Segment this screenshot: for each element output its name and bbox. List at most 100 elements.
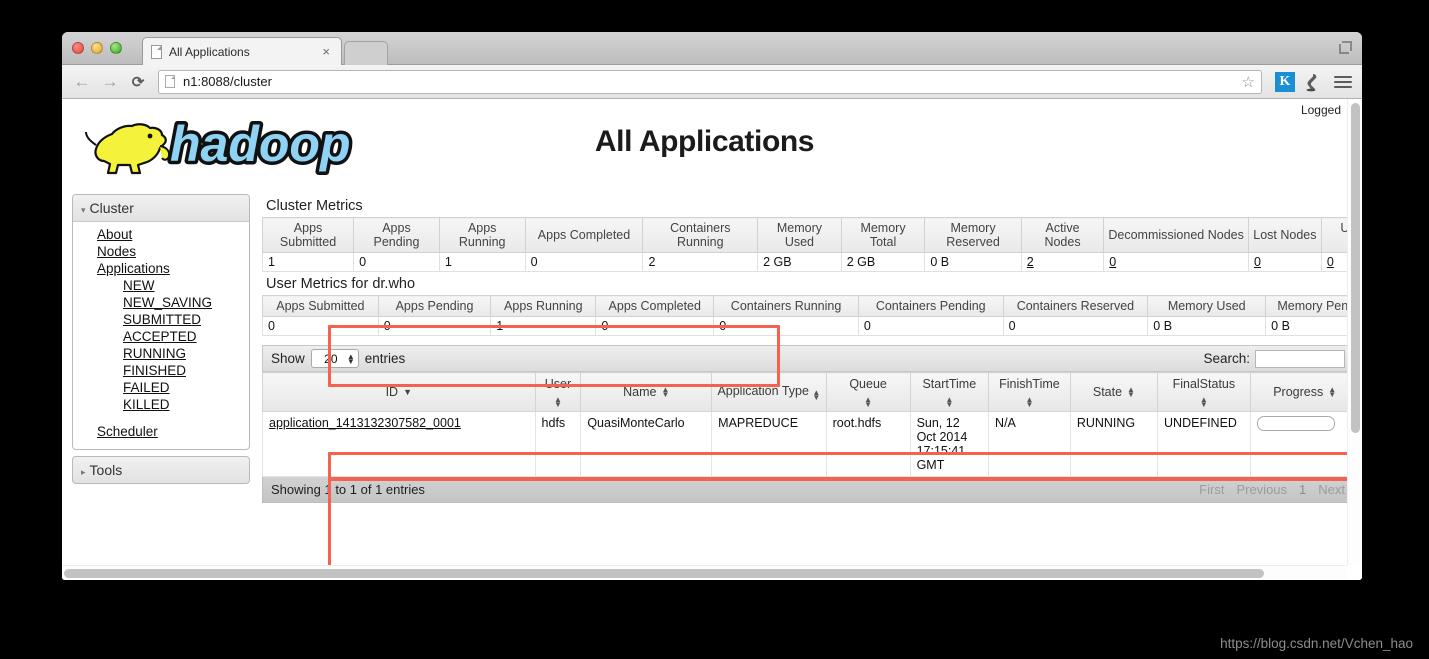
close-window-button[interactable] [72, 42, 84, 54]
th-user[interactable]: User ▲ ▼ [534, 372, 582, 412]
sort-both-icon[interactable]: ▲ ▼ [661, 386, 669, 399]
horizontal-scrollbar-thumb[interactable] [64, 569, 1264, 578]
th-name[interactable]: Name ▲ ▼ [580, 372, 713, 412]
stepper-arrows-icon[interactable]: ▲ ▼ [347, 352, 355, 365]
list-item: Applications NEW NEW_SAVING SUBMITTED AC… [97, 260, 249, 413]
th-queue[interactable]: Queue ▲ ▼ [825, 372, 911, 412]
td-decommissioned-nodes: 0 [1103, 252, 1249, 272]
decommissioned-nodes-link[interactable]: 0 [1109, 255, 1116, 269]
maximize-window-button[interactable] [110, 42, 122, 54]
th-active-nodes: Active Nodes [1020, 217, 1105, 253]
search-label: Search: [1203, 351, 1250, 366]
pagination-first-button[interactable]: First [1199, 482, 1224, 497]
browser-tab[interactable]: All Applications × [142, 37, 342, 65]
td-state: RUNNING [1069, 411, 1159, 477]
sort-both-icon[interactable]: ▲ ▼ [812, 389, 820, 402]
td-application-type: MAPREDUCE [711, 411, 827, 477]
sort-both-icon[interactable]: ▲ ▼ [554, 396, 562, 409]
th-final-status[interactable]: FinalStatus ▲ ▼ [1157, 372, 1251, 412]
td-app-id: application_1413132307582_0001 [262, 411, 536, 477]
browser-window: All Applications × ← → ⟳ n1:8088/cluster… [62, 32, 1362, 580]
reload-icon[interactable]: ⟳ [126, 70, 150, 94]
sidebar-item-running[interactable]: RUNNING [123, 346, 186, 361]
th-containers-running: Containers Running [642, 217, 759, 253]
td-final-status: UNDEFINED [1157, 411, 1251, 477]
pagination-previous-button[interactable]: Previous [1236, 482, 1287, 497]
td-active-nodes: 2 [1020, 252, 1105, 272]
page-viewport: hadoop hadoop All Applications Logged ▾ C… [62, 99, 1362, 580]
sort-desc-icon[interactable]: ▼ [403, 385, 412, 399]
sidebar-item-failed[interactable]: FAILED [123, 380, 170, 395]
extension-lamp-icon[interactable] [1302, 71, 1324, 93]
bookmark-star-icon[interactable]: ☆ [1242, 73, 1255, 91]
horizontal-scrollbar[interactable] [62, 565, 1347, 580]
sort-both-icon[interactable]: ▲ ▼ [1328, 386, 1336, 399]
forward-icon[interactable]: → [98, 70, 122, 94]
sort-both-icon[interactable]: ▲ ▼ [864, 396, 872, 409]
td-lost-nodes: 0 [1247, 252, 1322, 272]
new-tab-button[interactable] [344, 41, 388, 65]
th-user-memory-used: Memory Used [1147, 295, 1267, 317]
lost-nodes-link[interactable]: 0 [1254, 255, 1261, 269]
browser-menu-icon[interactable] [1332, 73, 1354, 91]
vertical-scrollbar-thumb[interactable] [1351, 103, 1360, 433]
sidebar-item-killed[interactable]: KILLED [123, 397, 170, 412]
td-user-apps-submitted: 0 [262, 316, 379, 336]
back-icon[interactable]: ← [70, 70, 94, 94]
th-progress-label: Progress [1273, 385, 1324, 399]
sidebar-item-finished[interactable]: FINISHED [123, 363, 186, 378]
sidebar-item-new[interactable]: NEW [123, 278, 155, 293]
entries-per-page-select[interactable]: 20 ▲ ▼ [310, 349, 359, 368]
sidebar-cluster-title: Cluster [89, 200, 134, 216]
sidebar-item-new-saving[interactable]: NEW_SAVING [123, 295, 212, 310]
td-containers-running: 2 [642, 252, 759, 272]
sidebar-item-applications[interactable]: Applications [97, 261, 170, 276]
minimize-window-button[interactable] [91, 42, 103, 54]
browser-toolbar: ← → ⟳ n1:8088/cluster ☆ K [62, 65, 1362, 99]
sidebar-item-submitted[interactable]: SUBMITTED [123, 312, 201, 327]
sort-both-icon[interactable]: ▲ ▼ [1025, 396, 1033, 409]
fullscreen-icon[interactable] [1339, 41, 1352, 54]
application-id-link[interactable]: application_1413132307582_0001 [269, 416, 461, 430]
td-user-memory-used: 0 B [1147, 316, 1267, 336]
table-header-row: Apps Submitted Apps Pending Apps Running… [262, 295, 1347, 317]
address-bar[interactable]: n1:8088/cluster ☆ [158, 69, 1262, 94]
th-finish-time[interactable]: FinishTime ▲ ▼ [988, 372, 1071, 412]
th-state[interactable]: State ▲ ▼ [1069, 372, 1159, 412]
yarn-header: hadoop hadoop All Applications Logged [62, 99, 1347, 191]
sidebar-cluster-links: About Nodes Applications NEW NEW_SAVING … [73, 226, 249, 440]
pagination-next-button[interactable]: Next [1318, 482, 1345, 497]
th-user-memory-pending: Memory Pending [1265, 295, 1347, 317]
th-id[interactable]: ID ▼ [262, 372, 536, 412]
close-tab-icon[interactable]: × [319, 44, 333, 59]
sidebar-item-nodes[interactable]: Nodes [97, 244, 136, 259]
th-lost-nodes: Lost Nodes [1247, 217, 1322, 253]
sidebar-tools-header[interactable]: ▸ Tools [72, 456, 250, 484]
active-nodes-link[interactable]: 2 [1027, 255, 1034, 269]
sort-both-icon[interactable]: ▲ ▼ [1127, 386, 1135, 399]
extension-k-icon[interactable]: K [1275, 71, 1295, 92]
td-progress [1249, 411, 1347, 477]
applications-table: ID ▼ User ▲ ▼ Name ▲ ▼ Application Type ▲ ▼ Qu… [262, 372, 1347, 477]
address-favicon [165, 75, 175, 88]
sort-both-icon[interactable]: ▲ ▼ [1200, 396, 1208, 409]
sidebar-item-scheduler[interactable]: Scheduler [97, 424, 158, 439]
sort-both-icon[interactable]: ▲ ▼ [945, 396, 953, 409]
list-item: KILLED [123, 396, 249, 413]
search-input[interactable] [1255, 349, 1345, 368]
sidebar-item-accepted[interactable]: ACCEPTED [123, 329, 197, 344]
th-application-type[interactable]: Application Type ▲ ▼ [711, 372, 827, 412]
sidebar-item-about[interactable]: About [97, 227, 132, 242]
list-item: About [97, 226, 249, 243]
list-item: Scheduler [97, 423, 249, 440]
th-apps-running: Apps Running [438, 217, 526, 253]
td-user-containers-pending: 0 [857, 316, 1004, 336]
logged-in-label: Logged [1300, 103, 1341, 117]
th-progress[interactable]: Progress ▲ ▼ [1249, 372, 1347, 412]
vertical-scrollbar[interactable] [1347, 99, 1362, 565]
unhealthy-nodes-link[interactable]: 0 [1327, 255, 1334, 269]
td-memory-reserved: 0 B [924, 252, 1022, 272]
sidebar-cluster-header[interactable]: ▾ Cluster [73, 195, 249, 222]
th-start-time[interactable]: StartTime ▲ ▼ [909, 372, 990, 412]
pagination-page-1-button[interactable]: 1 [1299, 482, 1306, 497]
